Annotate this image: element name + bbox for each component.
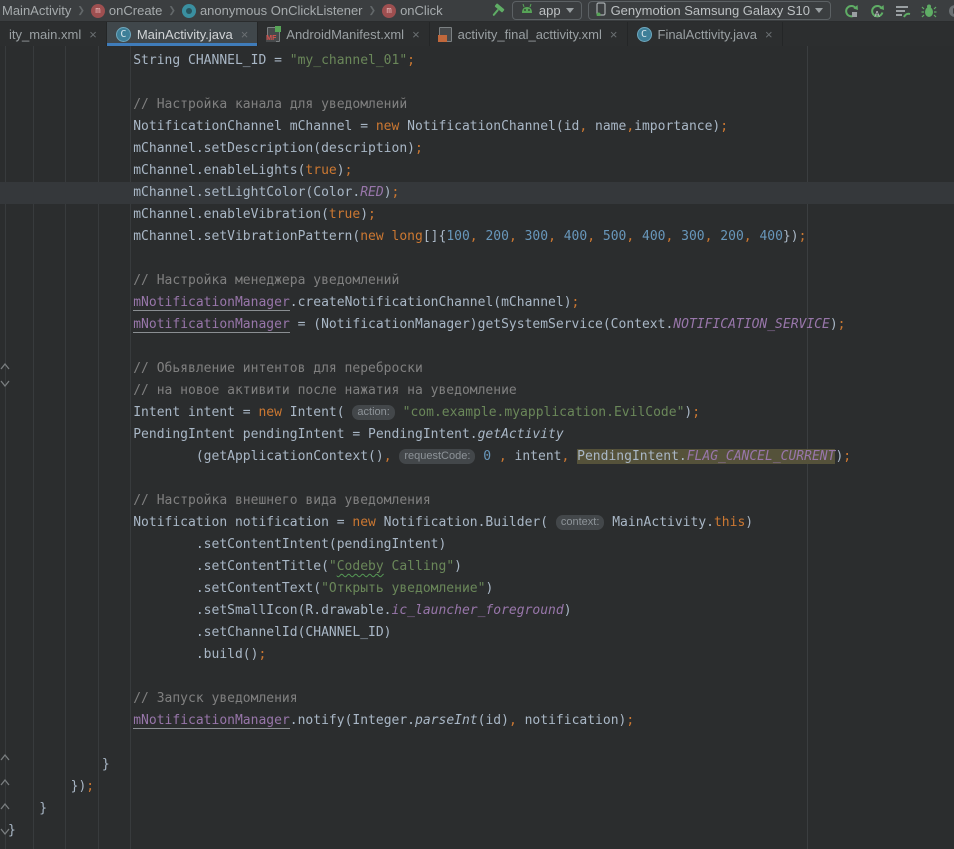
editor-tabs: ity_main.xml × C MainActivity.java × MF Androi… [0,22,954,46]
code-line: // на новое активити после нажатия на ув… [0,380,954,402]
breadcrumb-separator-icon: ❯ [167,5,177,16]
code-line: .build(); [0,644,954,666]
code-line: // Настройка канала для уведомлений [0,94,954,116]
tab-close-icon[interactable]: × [610,27,618,42]
method-icon: m [91,4,105,18]
apply-changes-icon[interactable] [843,1,859,21]
code-line: .setChannelId(CHANNEL_ID) [0,622,954,644]
profile-app-icon[interactable] [895,1,911,21]
toolbar-actions: app Genymotion Samsung Galaxy S10 [488,1,954,21]
main-toolbar: MainActivity ❯ m onCreate ❯ anonymous OnClick… [0,0,954,22]
code-line: mChannel.setVibrationPattern(new long[]{… [0,226,954,248]
breadcrumb-separator-icon: ❯ [76,5,86,16]
code-line: }); [0,776,954,798]
code-line: } [0,798,954,820]
code-line [0,248,954,270]
build-hammer-icon[interactable] [488,1,506,21]
tab-ity-main-xml[interactable]: ity_main.xml × [0,22,107,46]
method-icon: m [382,4,396,18]
manifest-file-icon: MF [267,27,280,42]
tab-mainactivity-java[interactable]: C MainActivity.java × [107,22,258,46]
device-selector[interactable]: Genymotion Samsung Galaxy S10 [588,1,831,20]
code-line: Notification notification = new Notifica… [0,512,954,534]
code-lines: String CHANNEL_ID = "my_channel_01"; // … [0,46,954,842]
code-line: .setContentText("Открыть уведомление") [0,578,954,600]
tab-label: AndroidManifest.xml [286,27,404,42]
code-line [0,72,954,94]
breadcrumb-label: MainActivity [2,3,71,18]
tab-label: activity_final_acttivity.xml [458,27,602,42]
attach-debugger-icon[interactable] [947,1,954,21]
code-line: mNotificationManager = (NotificationMana… [0,314,954,336]
tab-activity-final-acttivity-xml[interactable]: activity_final_acttivity.xml × [430,22,628,46]
code-line: mNotificationManager.createNotificationC… [0,292,954,314]
code-line [0,666,954,688]
breadcrumb-label: anonymous OnClickListener [200,3,363,18]
tab-label: FinalActtivity.java [658,27,757,42]
svg-text:A: A [874,10,880,19]
code-line: mNotificationManager.notify(Integer.pars… [0,710,954,732]
breadcrumb-item[interactable]: m onClick [382,3,443,18]
code-line [0,732,954,754]
breadcrumb-item[interactable]: MainActivity [2,3,71,18]
code-line: } [0,754,954,776]
phone-icon [596,2,606,19]
code-line: .setSmallIcon(R.drawable.ic_launcher_for… [0,600,954,622]
code-line: String CHANNEL_ID = "my_channel_01"; [0,50,954,72]
run-config-label: app [539,3,561,18]
code-line: // Обьявление интентов для переброски [0,358,954,380]
breadcrumb-item[interactable]: anonymous OnClickListener [182,3,363,18]
breadcrumb-item[interactable]: m onCreate [91,3,162,18]
tab-close-icon[interactable]: × [89,27,97,42]
code-line: NotificationChannel mChannel = new Notif… [0,116,954,138]
android-icon [520,3,534,18]
tab-label: ity_main.xml [9,27,81,42]
tab-finalacttivity-java[interactable]: C FinalActtivity.java × [628,22,783,46]
tab-close-icon[interactable]: × [412,27,420,42]
code-line: // Настройка менеджера уведомлений [0,270,954,292]
anonymous-class-icon [182,4,196,18]
tab-androidmanifest-xml[interactable]: MF AndroidManifest.xml × [258,22,429,46]
debug-bug-icon[interactable] [921,1,937,21]
xml-file-icon [439,27,452,42]
breadcrumb-label: onCreate [109,3,162,18]
tab-close-icon[interactable]: × [765,27,773,42]
code-line: (getApplicationContext(), requestCode: 0… [0,446,954,468]
device-label: Genymotion Samsung Galaxy S10 [611,3,810,18]
code-line: .setContentTitle("Codeby Calling") [0,556,954,578]
code-line: mChannel.enableVibration(true); [0,204,954,226]
tab-close-icon[interactable]: × [241,27,249,42]
class-file-icon: C [116,27,131,42]
code-line: PendingIntent pendingIntent = PendingInt… [0,424,954,446]
android-studio-window: MainActivity ❯ m onCreate ❯ anonymous OnClick… [0,0,954,849]
class-file-icon: C [637,27,652,42]
code-line: mChannel.setDescription(description); [0,138,954,160]
chevron-down-icon [566,8,574,13]
breadcrumb-separator-icon: ❯ [368,5,378,16]
code-line: } [0,820,954,842]
code-line: Intent intent = new Intent( action: "com… [0,402,954,424]
chevron-down-icon [815,8,823,13]
apply-code-changes-icon[interactable]: A [869,1,885,21]
run-config-selector[interactable]: app [512,1,582,20]
code-line: mChannel.setLightColor(Color.RED); [0,182,954,204]
tab-label: MainActivity.java [137,27,233,42]
code-line: .setContentIntent(pendingIntent) [0,534,954,556]
code-line: // Запуск уведомления [0,688,954,710]
code-line [0,468,954,490]
code-line [0,336,954,358]
run-actions: A [843,1,954,21]
breadcrumb: MainActivity ❯ m onCreate ❯ anonymous OnClick… [0,3,443,18]
code-editor[interactable]: String CHANNEL_ID = "my_channel_01"; // … [0,46,954,849]
breadcrumb-label: onClick [400,3,443,18]
code-line: // Настройка внешнего вида уведомления [0,490,954,512]
code-line: mChannel.enableLights(true); [0,160,954,182]
